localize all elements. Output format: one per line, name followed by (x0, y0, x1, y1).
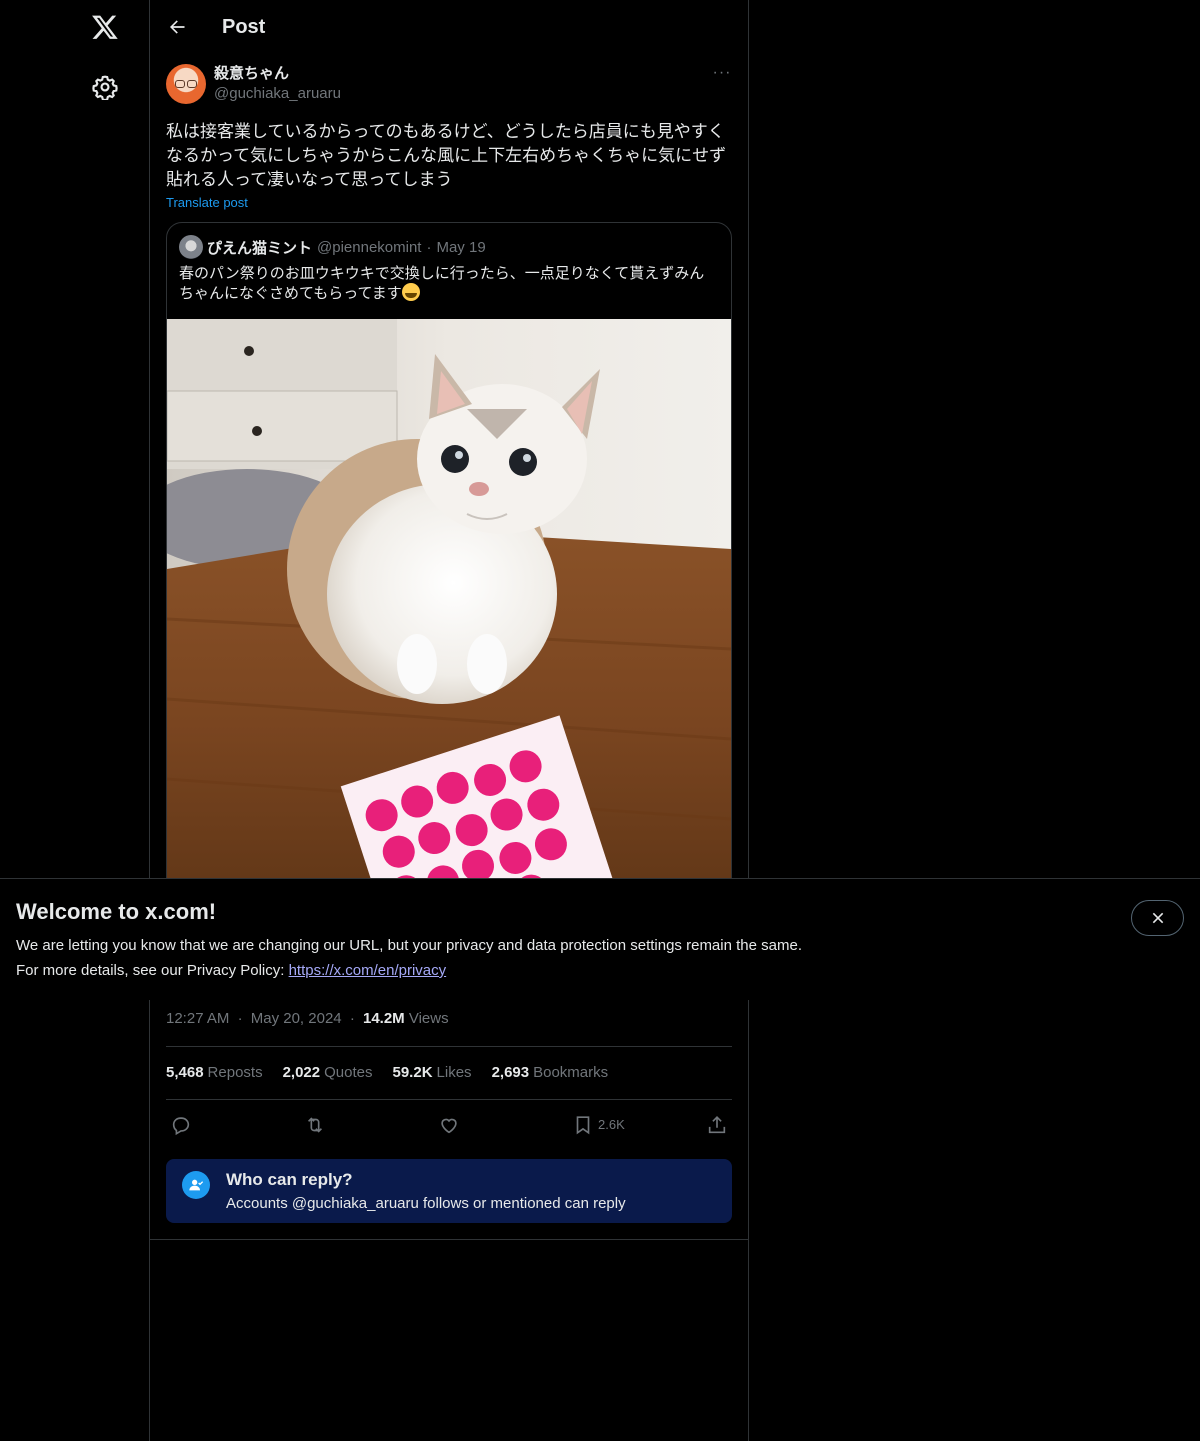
quoted-avatar (179, 235, 203, 259)
quoted-text-content: 春のパン祭りのお皿ウキウキで交換しに行ったら、一点足りなくて貰えずみん ちゃんに… (179, 264, 705, 302)
post-time[interactable]: 12:27 AM (166, 1010, 229, 1027)
welcome-message: We are letting you know that we are chan… (16, 937, 802, 954)
translate-post-link[interactable]: Translate post (166, 194, 732, 212)
post: 殺意ちゃん @guchiaka_aruaru ··· 私は接客業しているからって… (166, 64, 732, 894)
likes-label: Likes (436, 1064, 472, 1081)
quoted-post-header: ぴえん猫ミント @piennekomint · May 19 (167, 223, 731, 259)
separator-dot: · (237, 1010, 243, 1027)
reposts-stat[interactable]: 5,468 Reposts (166, 1064, 263, 1081)
author-handle[interactable]: @guchiaka_aruaru (214, 84, 341, 104)
post-metadata: 12:27 AM · May 20, 2024 · 14.2M Views (166, 1010, 449, 1027)
welcome-banner: Welcome to x.com! We are letting you kno… (0, 878, 1200, 1000)
quoted-post-text: 春のパン祭りのお皿ウキウキで交換しに行ったら、一点足りなくて貰えずみん ちゃんに… (167, 259, 731, 303)
who-can-reply-subtitle: Accounts @guchiaka_aruaru follows or men… (226, 1195, 626, 1212)
share-icon[interactable] (702, 1112, 732, 1138)
separator-dot: · (426, 238, 432, 256)
person-check-icon (182, 1171, 210, 1199)
page-title: Post (222, 15, 266, 38)
welcome-policy-line: For more details, see our Privacy Policy… (16, 962, 446, 979)
bookmarks-label: Bookmarks (533, 1064, 609, 1081)
action-bar: 2.6K (166, 1110, 732, 1140)
bookmarks-count: 2,693 (491, 1064, 530, 1081)
post-text: 私は接客業しているからってのもあるけど、どうしたら店員にも見やすく なるかって気… (166, 122, 727, 190)
more-options-icon[interactable]: ··· (712, 64, 732, 84)
quotes-count: 2,022 (282, 1064, 321, 1081)
views-label: Views (408, 1010, 449, 1027)
author-names: 殺意ちゃん @guchiaka_aruaru (214, 64, 341, 104)
avatar[interactable] (166, 64, 206, 104)
quotes-label: Quotes (324, 1064, 373, 1081)
like-icon[interactable] (434, 1112, 464, 1138)
left-nav (0, 0, 150, 1441)
bookmark-icon[interactable] (568, 1112, 598, 1138)
privacy-policy-link[interactable]: https://x.com/en/privacy (289, 962, 447, 979)
quoted-post-image[interactable] (167, 319, 731, 893)
reposts-label: Reposts (207, 1064, 263, 1081)
separator-dot: · (349, 1010, 355, 1027)
engagement-stats: 5,468 Reposts 2,022 Quotes 59.2K Likes 2,69… (166, 1064, 608, 1081)
quotes-stat[interactable]: 2,022 Quotes (283, 1064, 373, 1081)
gear-icon[interactable] (92, 74, 118, 101)
reply-icon[interactable] (166, 1112, 196, 1138)
likes-count: 59.2K (392, 1064, 433, 1081)
x-logo-icon[interactable] (89, 11, 121, 43)
likes-stat[interactable]: 59.2K Likes (393, 1064, 472, 1081)
bookmark-count: 2.6K (598, 1117, 625, 1132)
divider (166, 1046, 732, 1047)
post-author: 殺意ちゃん @guchiaka_aruaru ··· (166, 64, 732, 108)
who-can-reply-box: Who can reply? Accounts @guchiaka_aruaru… (166, 1159, 732, 1223)
repost-icon[interactable] (300, 1112, 330, 1138)
policy-prefix: For more details, see our Privacy Policy… (16, 962, 289, 979)
post-date[interactable]: May 20, 2024 (251, 1010, 342, 1027)
welcome-title: Welcome to x.com! (16, 899, 217, 924)
close-icon[interactable] (1131, 900, 1184, 936)
quoted-post[interactable]: ぴえん猫ミント @piennekomint · May 19 春のパン祭りのお皿… (166, 222, 732, 894)
divider (150, 1239, 748, 1240)
back-arrow-icon[interactable] (150, 0, 204, 54)
bookmarks-stat: 2,693 Bookmarks (492, 1064, 609, 1081)
views-count: 14.2M (362, 1010, 405, 1027)
main-column: Post 殺意ちゃん @guchiaka_aruaru ··· 私は接客業してい… (149, 0, 749, 1441)
page-header: Post (150, 0, 748, 54)
quoted-handle: @piennekomint (317, 238, 422, 256)
crying-face-emoji-icon (401, 283, 420, 301)
author-display-name[interactable]: 殺意ちゃん (214, 64, 341, 84)
who-can-reply-title: Who can reply? (226, 1170, 353, 1189)
divider (166, 1099, 732, 1100)
quoted-display-name: ぴえん猫ミント (207, 239, 313, 257)
quoted-date: May 19 (436, 238, 486, 256)
reposts-count: 5,468 (166, 1064, 204, 1081)
